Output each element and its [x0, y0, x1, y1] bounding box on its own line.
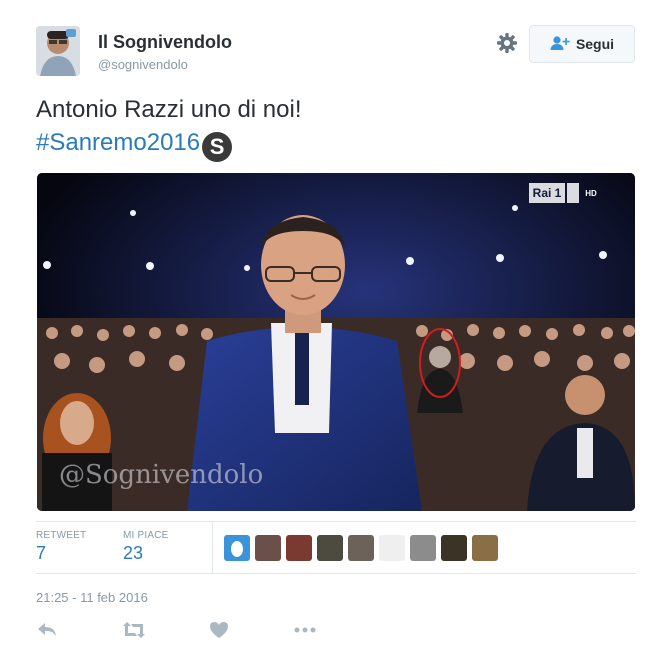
author-avatar[interactable]	[36, 26, 80, 76]
reply-icon[interactable]	[36, 620, 60, 642]
tweet-stats: RETWEET 7 MI PIACE 23	[36, 521, 636, 574]
liker-avatars	[224, 535, 498, 561]
retweet-count[interactable]: RETWEET 7	[36, 530, 86, 564]
avatar-icon[interactable]	[379, 535, 405, 561]
avatar-icon[interactable]	[255, 535, 281, 561]
like-count[interactable]: MI PIACE 23	[123, 530, 169, 564]
add-user-icon	[550, 35, 570, 54]
avatar-icon[interactable]	[472, 535, 498, 561]
tweet-body: Antonio Razzi uno di noi!	[36, 96, 302, 123]
avatar-egg-icon[interactable]	[224, 535, 250, 561]
photo-watermark: @Sognivendolo	[59, 460, 263, 490]
hashflag-icon: S	[202, 131, 233, 162]
more-icon[interactable]	[293, 620, 317, 642]
stats-divider	[212, 522, 213, 574]
tweet-timestamp[interactable]: 21:25 - 11 feb 2016	[36, 590, 148, 605]
hashtag-line: #Sanremo2016 S	[36, 126, 636, 162]
channel-hd: HD	[585, 189, 597, 198]
tweet-photo[interactable]: Rai 1 HD @Sognivendolo	[37, 173, 635, 511]
tweet-text: Antonio Razzi uno di noi! #Sanremo2016 S	[36, 93, 636, 162]
like-icon[interactable]	[208, 620, 232, 642]
like-count-value: 23	[123, 543, 144, 563]
follow-button[interactable]: Segui	[529, 25, 635, 63]
author-handle[interactable]: @sognivendolo	[98, 57, 188, 72]
like-count-label: MI PIACE	[123, 530, 169, 541]
gear-icon[interactable]	[496, 32, 518, 54]
retweet-count-label: RETWEET	[36, 530, 87, 541]
tweet-actions	[36, 620, 336, 644]
follow-label: Segui	[575, 36, 615, 52]
channel-logo: Rai 1	[533, 186, 562, 200]
avatar-icon[interactable]	[441, 535, 467, 561]
hashtag-link[interactable]: #Sanremo2016	[36, 129, 200, 156]
author-name[interactable]: Il Sognivendolo	[98, 32, 232, 53]
avatar-icon[interactable]	[410, 535, 436, 561]
avatar-icon[interactable]	[286, 535, 312, 561]
avatar-icon[interactable]	[348, 535, 374, 561]
retweet-count-value: 7	[36, 543, 47, 563]
tweet-header: Il Sognivendolo @sognivendolo Segui	[36, 22, 636, 78]
retweet-icon[interactable]	[122, 620, 146, 642]
avatar-icon[interactable]	[317, 535, 343, 561]
